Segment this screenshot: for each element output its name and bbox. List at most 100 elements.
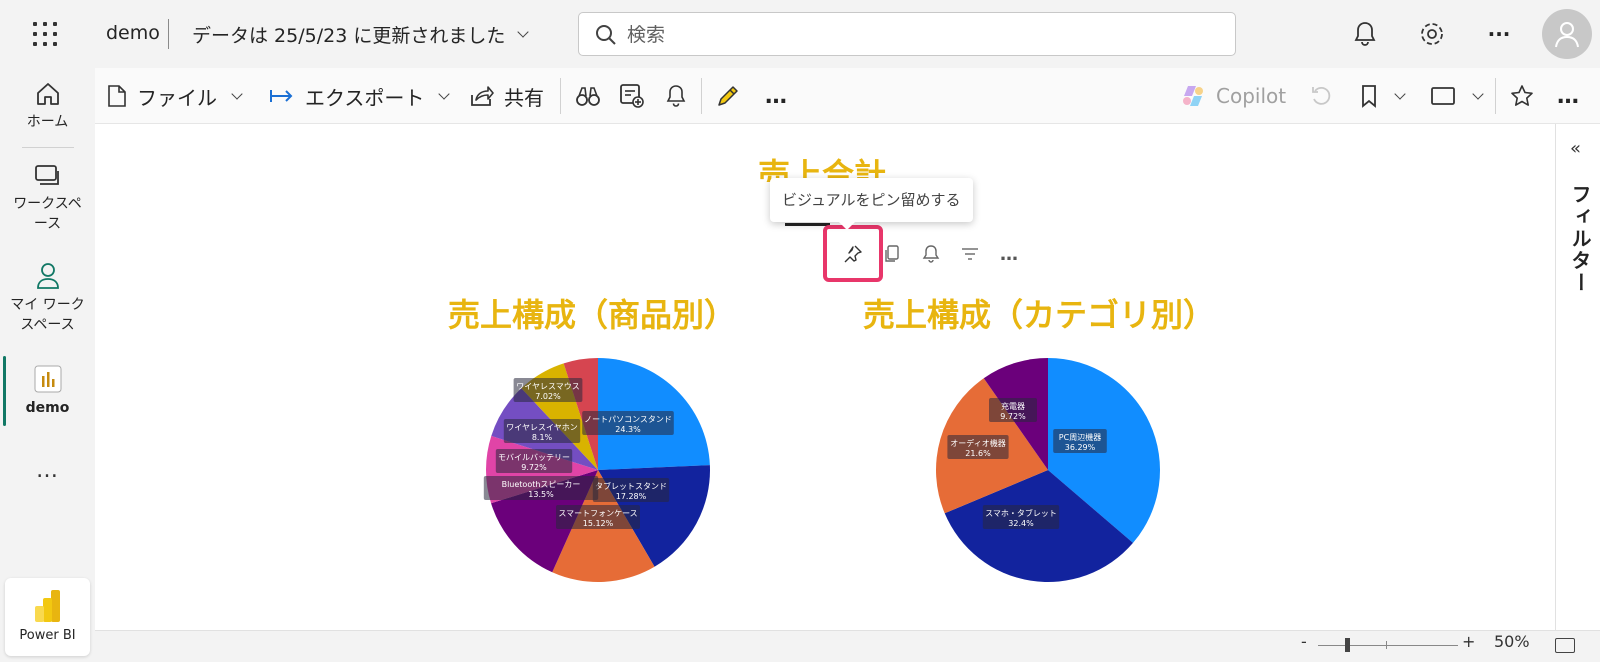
- filter-pane-label: フィルター: [1568, 184, 1592, 294]
- data-label: タブレットスタンド17.28%: [592, 478, 670, 502]
- zoom-level: 50%: [1494, 632, 1530, 651]
- data-label: オーディオ機器21.6%: [947, 435, 1009, 459]
- data-label-name: モバイルバッテリー: [498, 453, 570, 462]
- app-name[interactable]: demo: [106, 22, 160, 44]
- data-label: ノートパソコンスタンド24.3%: [582, 411, 674, 435]
- chart-title-category: 売上構成（カテゴリ別）: [863, 296, 1216, 334]
- reset-icon[interactable]: [1310, 68, 1332, 124]
- chevron-down-icon: [1472, 87, 1484, 100]
- data-label-value: 8.1%: [532, 433, 553, 442]
- copy-visual-icon[interactable]: [877, 239, 907, 269]
- filter-pane[interactable]: « フィルター: [1555, 124, 1600, 630]
- edit-pencil-icon[interactable]: [715, 68, 741, 124]
- search-input[interactable]: [627, 21, 1217, 49]
- data-label: スマホ・タブレット32.4%: [982, 505, 1060, 529]
- view-icon: [1431, 87, 1455, 105]
- data-updated-dropdown[interactable]: データは 25/5/23 に更新されました: [192, 21, 529, 48]
- data-label-value: 21.6%: [965, 449, 991, 458]
- data-label-value: 36.29%: [1065, 443, 1096, 452]
- data-label-value: 24.3%: [615, 425, 641, 434]
- data-label-value: 17.28%: [616, 492, 647, 501]
- divider: [168, 19, 169, 49]
- data-label-value: 7.02%: [535, 392, 561, 401]
- data-label-value: 9.72%: [521, 463, 547, 472]
- pin-highlight-box: [823, 225, 883, 282]
- report-toolbar: ファイル エクスポート 共有 … Copilot …: [95, 68, 1600, 124]
- subscribe-report-icon[interactable]: [619, 68, 645, 124]
- favorite-star-icon[interactable]: [1510, 68, 1534, 124]
- card-value-fragment: [785, 223, 830, 226]
- filter-icon[interactable]: [955, 239, 985, 269]
- zoom-slider-thumb[interactable]: [1345, 638, 1350, 652]
- data-updated-text: データは 25/5/23 に更新されました: [192, 25, 506, 47]
- data-label-name: ノートパソコンスタンド: [584, 415, 672, 424]
- data-label: モバイルバッテリー9.72%: [495, 449, 573, 473]
- binoculars-icon[interactable]: [575, 68, 601, 124]
- avatar[interactable]: [1542, 9, 1592, 59]
- nav-item-demo[interactable]: demo: [0, 364, 95, 418]
- copilot-button[interactable]: Copilot: [1180, 68, 1286, 124]
- data-label-name: ワイヤレスマウス: [516, 382, 580, 391]
- view-menu[interactable]: [1430, 68, 1484, 124]
- data-label-name: 充電器: [1001, 401, 1025, 411]
- chevron-down-icon: [1394, 87, 1406, 100]
- nav-label-my-workspace: マイ ワークスペース: [10, 297, 85, 333]
- bookmark-menu[interactable]: [1360, 68, 1406, 124]
- zoom-in-button[interactable]: +: [1462, 632, 1475, 651]
- data-label-value: 9.72%: [1000, 412, 1026, 421]
- data-label: ワイヤレスイヤホン8.1%: [503, 419, 581, 443]
- file-menu[interactable]: ファイル: [107, 68, 243, 124]
- power-bi-tile[interactable]: Power BI: [5, 578, 90, 656]
- divider: [701, 78, 702, 114]
- collapse-icon[interactable]: «: [1570, 138, 1581, 159]
- zoom-slider-tick: [1386, 641, 1387, 649]
- copilot-icon: [1183, 86, 1203, 106]
- chart-title-product: 売上構成（商品別）: [448, 296, 737, 334]
- data-label-name: オーディオ機器: [950, 438, 1005, 448]
- nav-label-workspaces: ワークスペース: [13, 196, 82, 232]
- power-bi-label: Power BI: [19, 628, 76, 643]
- data-label: スマートフォンケース15.12%: [556, 505, 640, 529]
- nav-item-home[interactable]: ホーム: [0, 80, 95, 132]
- divider: [1495, 78, 1496, 114]
- toolbar-more-button-right[interactable]: …: [1557, 68, 1579, 124]
- nav-item-workspaces[interactable]: ワークスペース: [0, 164, 95, 234]
- more-options-icon[interactable]: ···: [1484, 19, 1514, 49]
- nav-label-demo: demo: [25, 400, 70, 416]
- bell-icon[interactable]: [1350, 19, 1380, 49]
- share-button[interactable]: 共有: [470, 68, 544, 124]
- zoom-slider-track[interactable]: [1318, 645, 1458, 646]
- search-box[interactable]: [578, 12, 1236, 56]
- nav-item-my-workspace[interactable]: マイ ワークスペース: [0, 261, 95, 335]
- workspaces-icon: [0, 164, 95, 190]
- top-bar: demo データは 25/5/23 に更新されました ···: [0, 0, 1600, 68]
- zoom-out-button[interactable]: -: [1301, 632, 1307, 651]
- data-label-name: スマホ・タブレット: [985, 508, 1057, 518]
- share-icon: [471, 86, 494, 106]
- gear-icon[interactable]: [1417, 19, 1447, 49]
- search-icon: [596, 25, 616, 45]
- share-label: 共有: [504, 85, 544, 110]
- file-icon: [108, 85, 126, 107]
- data-label-name: スマートフォンケース: [558, 509, 637, 518]
- person-icon: [0, 261, 95, 291]
- bookmark-icon: [1362, 85, 1376, 108]
- bell-icon[interactable]: [665, 68, 687, 124]
- left-nav: ホーム ワークスペース マイ ワークスペース demo …: [0, 68, 95, 662]
- chevron-down-icon: [517, 26, 529, 38]
- alert-bell-icon[interactable]: [916, 239, 946, 269]
- tooltip: ビジュアルをピン留めする: [770, 178, 973, 222]
- nav-more-button[interactable]: …: [36, 458, 60, 483]
- visual-more-button[interactable]: …: [994, 239, 1024, 269]
- export-icon: [270, 90, 293, 102]
- chevron-down-icon: [231, 87, 243, 100]
- toolbar-more-button[interactable]: …: [765, 68, 787, 124]
- power-bi-logo-icon: [34, 590, 60, 622]
- export-menu[interactable]: エクスポート: [269, 68, 451, 124]
- app-launcher-icon[interactable]: [33, 22, 57, 46]
- chevron-down-icon: [438, 87, 451, 100]
- report-icon: [0, 364, 95, 394]
- fit-to-page-icon[interactable]: [1555, 638, 1575, 653]
- pie-chart-category[interactable]: PC周辺機器 36.29% スマホ・タブレット 32.4% オーディオ機器 21.6% 充電…: [928, 350, 1168, 594]
- pie-chart-product[interactable]: ノートパソコンスタンド 24.3% タブレットスタンド 17.28% スマートフォンケー…: [478, 350, 718, 594]
